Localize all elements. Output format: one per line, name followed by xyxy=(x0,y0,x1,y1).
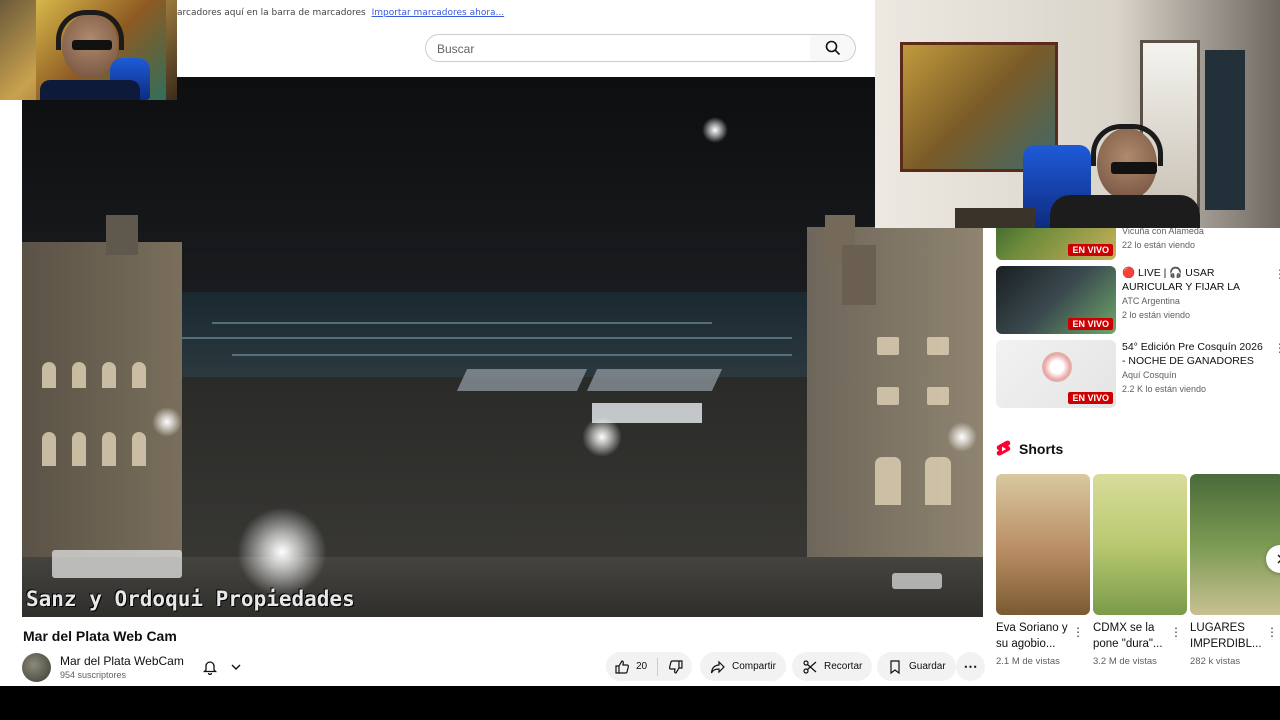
save-button[interactable]: Guardar xyxy=(877,652,956,681)
thumbs-up-icon[interactable] xyxy=(614,659,630,675)
short-thumbnail[interactable] xyxy=(996,474,1090,615)
clip-button[interactable]: Recortar xyxy=(792,652,873,681)
recommendation-title[interactable]: 🔴 LIVE | 🎧 USAR AURICULAR Y FIJAR LA CAL… xyxy=(1122,266,1264,294)
chevron-down-icon xyxy=(231,664,241,670)
webcam-overlay-large xyxy=(875,0,1280,228)
live-badge: EN VIVO xyxy=(1068,244,1113,256)
recommendation-channel[interactable]: ATC Argentina xyxy=(1122,296,1180,306)
channel-avatar[interactable] xyxy=(22,653,51,682)
search-input[interactable]: Buscar xyxy=(425,34,811,62)
bookmark-icon xyxy=(890,659,900,674)
video-thumbnail[interactable]: EN VIVO xyxy=(996,266,1116,334)
kebab-menu-icon[interactable]: ⋮ xyxy=(1072,626,1084,638)
live-badge: EN VIVO xyxy=(1068,392,1113,404)
more-actions-button[interactable]: ⋯ xyxy=(956,652,985,681)
bookmarks-bar: arcadores aquí en la barra de marcadores… xyxy=(177,8,504,18)
short-title[interactable]: Eva Soriano y su agobio... xyxy=(996,620,1070,652)
subscriber-count: 954 suscriptores xyxy=(60,670,127,680)
kebab-menu-icon[interactable]: ⋮ xyxy=(1266,626,1278,638)
kebab-menu-icon[interactable]: ⋮ xyxy=(1274,342,1280,354)
recommendation-item[interactable]: EN VIVO 🔴 LIVE | 🎧 USAR AURICULAR Y FIJA… xyxy=(996,266,1280,334)
hotel-building xyxy=(807,227,983,587)
viewer-count: 22 lo están viendo xyxy=(1122,240,1196,250)
share-label: Compartir xyxy=(732,661,776,672)
short-thumbnail[interactable] xyxy=(1093,474,1187,615)
video-watermark: Sanz y Ordoqui Propiedades xyxy=(26,587,355,611)
bell-icon xyxy=(202,661,218,675)
notifications-button[interactable] xyxy=(196,653,248,681)
short-views: 282 k vistas xyxy=(1190,656,1241,667)
search-icon xyxy=(825,40,840,56)
shorts-heading: Shorts xyxy=(996,440,1063,458)
recommendation-title[interactable]: 54° Edición Pre Cosquín 2026 - NOCHE DE … xyxy=(1122,340,1264,368)
viewer-count: 2 lo están viendo xyxy=(1122,310,1191,320)
viewer-count: 2.2 K lo están viendo xyxy=(1122,384,1207,394)
recommendation-channel[interactable]: Aquí Cosquín xyxy=(1122,370,1177,380)
save-label: Guardar xyxy=(909,661,946,672)
video-thumbnail[interactable]: EN VIVO xyxy=(996,340,1116,408)
short-views: 2.1 M de vistas xyxy=(996,656,1060,667)
short-title[interactable]: LUGARES IMPERDIBL... xyxy=(1190,620,1264,652)
scissors-icon xyxy=(803,659,817,674)
share-button[interactable]: Compartir xyxy=(700,652,786,681)
bottom-black-bar xyxy=(0,686,1280,720)
recommendation-item[interactable]: EN VIVO 54° Edición Pre Cosquín 2026 - N… xyxy=(996,340,1280,408)
video-title: Mar del Plata Web Cam xyxy=(23,628,177,644)
kebab-menu-icon[interactable]: ⋮ xyxy=(1170,626,1182,638)
shorts-title: Shorts xyxy=(1019,441,1064,457)
live-badge: EN VIVO xyxy=(1068,318,1113,330)
import-bookmarks-link[interactable]: Importar marcadores ahora... xyxy=(372,8,505,18)
youtube-watch-page: arcadores aquí en la barra de marcadores… xyxy=(0,0,1280,720)
short-title[interactable]: CDMX se la pone "dura"... xyxy=(1093,620,1167,652)
shorts-logo-icon xyxy=(996,440,1011,456)
share-icon xyxy=(710,660,725,673)
thumbs-down-icon[interactable] xyxy=(668,659,684,675)
like-dislike-group: 20 xyxy=(606,652,692,681)
casino-building xyxy=(22,242,182,572)
chevron-right-icon xyxy=(1277,554,1280,564)
like-count[interactable]: 20 xyxy=(636,661,647,672)
video-player[interactable]: Sanz y Ordoqui Propiedades xyxy=(22,77,983,617)
more-icon: ⋯ xyxy=(963,658,978,674)
clip-label: Recortar xyxy=(824,661,863,672)
short-views: 3.2 M de vistas xyxy=(1093,656,1157,667)
bookmarks-hint: arcadores aquí en la barra de marcadores xyxy=(177,8,366,18)
webcam-overlay-small xyxy=(0,0,177,100)
like-divider xyxy=(657,657,659,676)
channel-name[interactable]: Mar del Plata WebCam xyxy=(60,654,184,668)
short-thumbnail[interactable] xyxy=(1190,474,1280,615)
search-button[interactable] xyxy=(810,34,856,62)
